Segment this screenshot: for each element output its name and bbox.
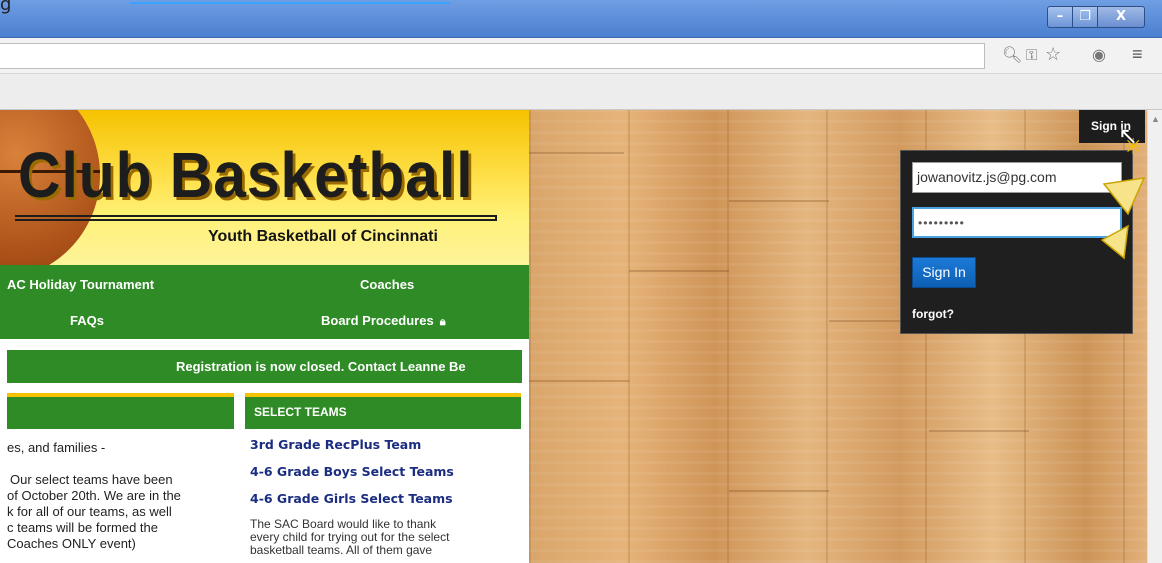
browser-toolbar: 🔍︎ ⚿ ☆ ◉ ≡ [0,38,1162,74]
window-title-link [130,0,450,4]
password-field[interactable]: ••••••••• [912,207,1122,238]
site-header: Club Basketball Youth Basketball of Cinc… [0,110,529,265]
main-nav: AC Holiday Tournament Coaches FAQs Board… [0,265,529,339]
select-teams-text: The SAC Board would like to thank every … [250,518,449,557]
mouse-cursor-icon: ↖ [1118,123,1139,150]
left-text-line: of October 20th. We are in the [7,488,181,503]
left-text-line: k for all of our teams, as well [7,504,172,519]
announcement-ticker: Registration is now closed. Contact Lean… [7,350,522,383]
lock-icon: 🔒︎ [439,316,446,328]
left-text-line: Coaches ONLY event) [7,536,136,551]
nav-item-coaches[interactable]: Coaches [360,277,414,292]
page-viewport: Club Basketball Youth Basketball of Cinc… [0,110,1147,563]
menu-icon[interactable]: ≡ [1132,45,1143,63]
site-title: Club Basketball [18,139,474,211]
left-text-line: Our select teams have been [10,472,173,487]
key-icon[interactable]: ⚿ [1026,47,1037,65]
select-teams-header: SELECT TEAMS [245,393,521,429]
maximize-button[interactable]: ❐ [1072,6,1098,28]
arrow-pointer-icon [1102,177,1146,216]
left-column-header [7,393,234,429]
bookmarks-bar [0,74,1162,110]
nav-item-faqs[interactable]: FAQs [70,313,104,328]
left-text-line: c teams will be formed the [7,520,159,535]
nav-item-board-procedures[interactable]: Board Procedures 🔒︎ [321,313,446,329]
left-text-line: es, and families - [7,440,106,455]
email-field[interactable]: jowanovitz.js@pg.com [912,162,1122,193]
close-button[interactable]: X [1097,6,1145,28]
window-title-fragment: g [0,0,12,15]
select-teams-text-line: basketball teams. All of them gave [250,543,433,557]
star-icon[interactable]: ☆ [1045,45,1061,63]
title-underline [15,215,497,221]
arrow-pointer-icon [1100,224,1129,260]
vertical-scrollbar[interactable]: ▲ [1147,110,1162,563]
team-link-boys-select[interactable]: 4-6 Grade Boys Select Teams [250,464,454,479]
site-subtitle: Youth Basketball of Cincinnati [208,228,438,245]
minimize-button[interactable]: – [1047,6,1073,28]
address-bar[interactable] [0,43,985,69]
nav-item-holiday-tournament[interactable]: AC Holiday Tournament [7,277,154,292]
scroll-up-icon[interactable]: ▲ [1151,114,1160,124]
window-titlebar: g – ❐ X [0,0,1162,38]
ticker-text: Registration is now closed. Contact Lean… [176,359,466,374]
signin-button[interactable]: Sign In [912,257,976,288]
forgot-link[interactable]: forgot? [912,307,954,321]
team-link-girls-select[interactable]: 4-6 Grade Girls Select Teams [250,491,453,506]
nav-item-board-procedures-label: Board Procedures [321,313,434,328]
pointer-arrow-icons [1100,177,1146,260]
zoom-icon[interactable]: 🔍︎ [1002,47,1022,65]
extension-icon[interactable]: ◉ [1092,47,1106,65]
team-link-3rd-grade[interactable]: 3rd Grade RecPlus Team [250,437,421,452]
